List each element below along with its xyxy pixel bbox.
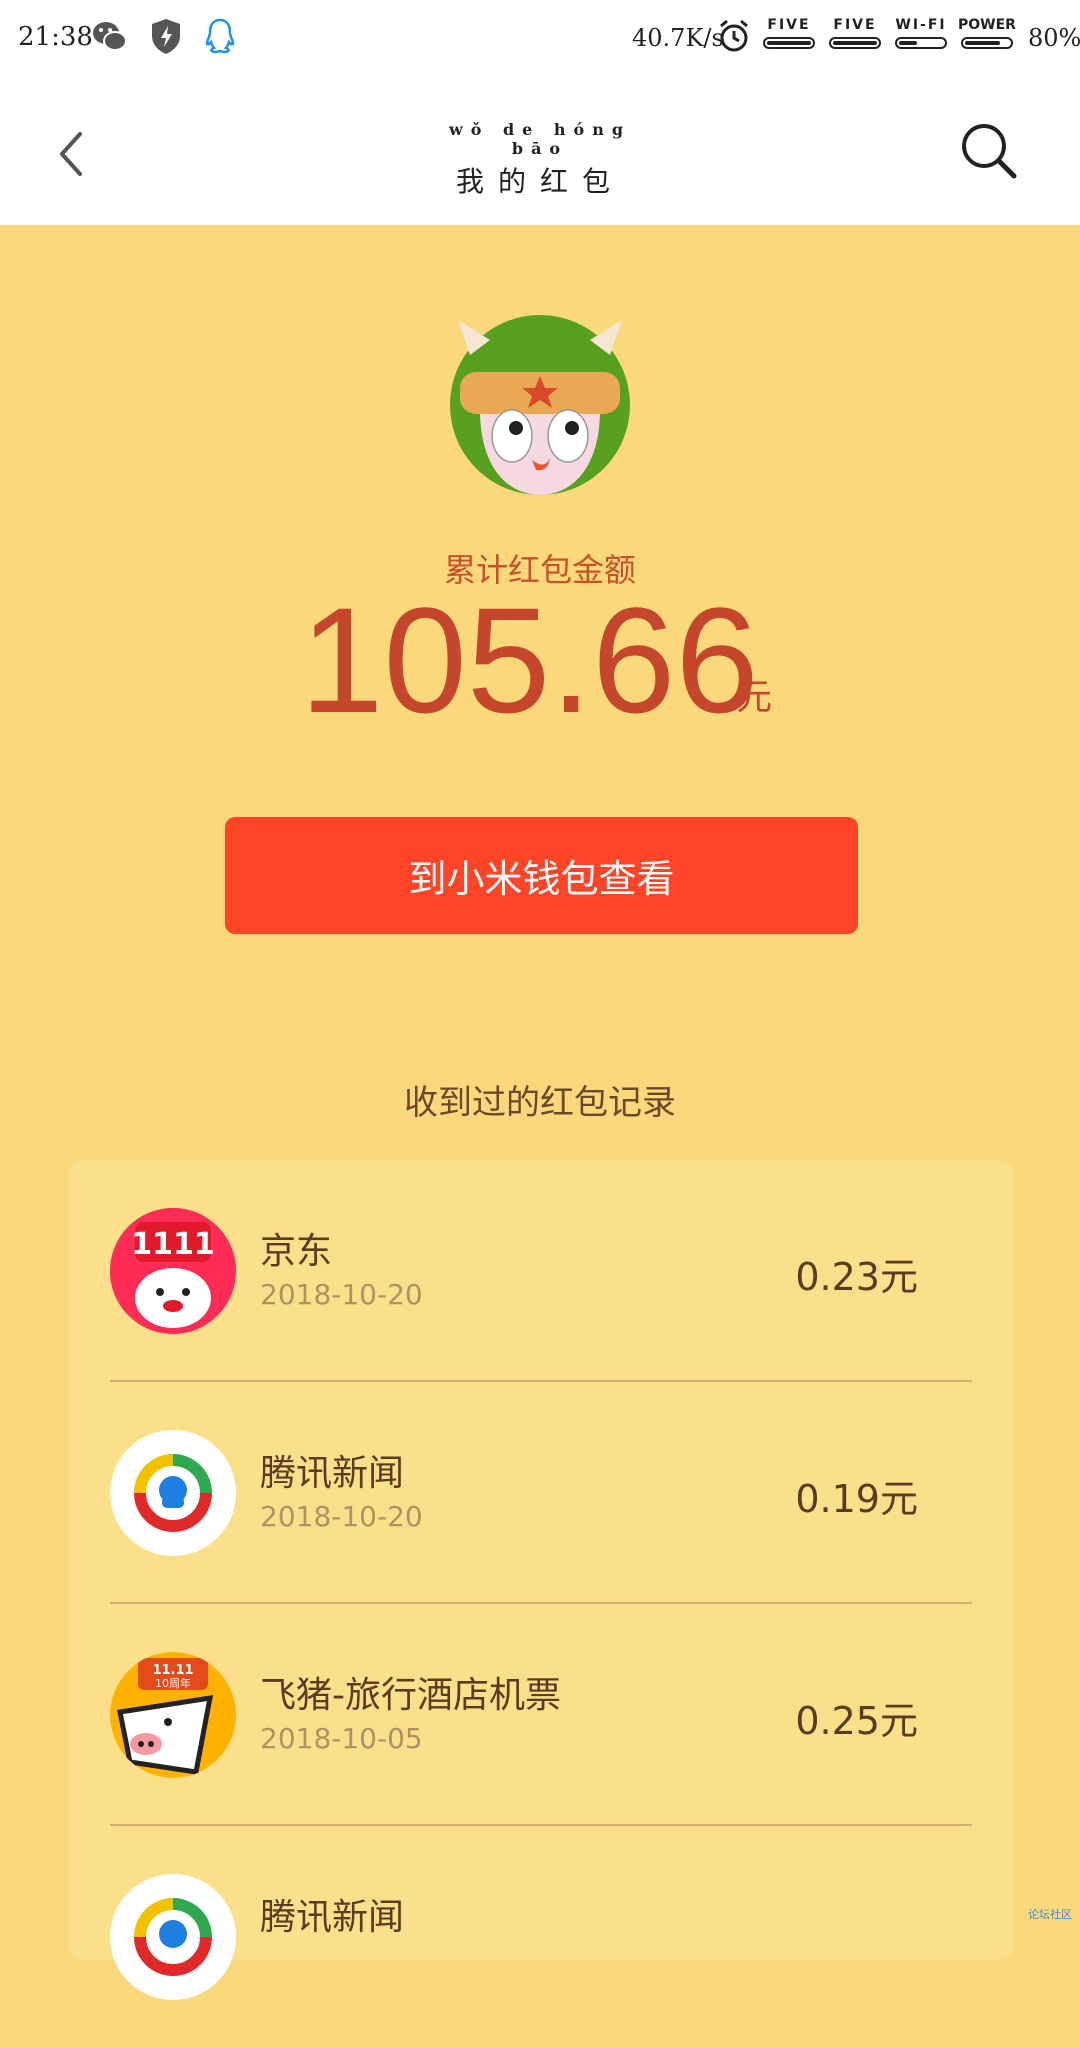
tencent-news-logo-icon <box>110 1874 236 2000</box>
title-text: 我的红包 <box>455 165 624 198</box>
total-unit: 元 <box>736 677 773 718</box>
item-name: 腾讯新闻 <box>260 1453 405 1494</box>
tencent-news-logo-icon <box>110 1430 236 1556</box>
wechat-icon <box>90 16 130 56</box>
item-name: 京东 <box>260 1231 333 1272</box>
list-item[interactable]: 腾讯新闻 2018-10-20 0.19元 <box>68 1382 1014 1604</box>
item-amount: 0.19元 <box>795 1477 918 1521</box>
svg-text:1111: 1111 <box>131 1227 215 1262</box>
battery-icon <box>961 37 1013 49</box>
item-name: 飞猪-旅行酒店机票 <box>260 1675 561 1716</box>
top-bar: wǒ de hóng bāo 我的红包 <box>0 80 1080 225</box>
history-title: 收到过的红包记录 <box>404 1083 676 1123</box>
history-list: 1111 京东 2018-10-20 0.23元 腾讯新闻 2018-10-20… <box>68 1160 1014 2000</box>
power-label: POWER <box>958 17 1016 33</box>
status-time: 21:38 <box>18 22 93 52</box>
list-item[interactable]: 1111 京东 2018-10-20 0.23元 <box>68 1160 1014 1382</box>
search-icon <box>962 124 1017 179</box>
alarm-icon <box>716 18 756 58</box>
item-date: 2018-10-05 <box>260 1722 423 1755</box>
signal-2-label: FIVE <box>833 17 877 33</box>
back-chevron-icon <box>60 132 82 176</box>
signal-1: FIVE <box>760 16 818 56</box>
battery-percent: 80% <box>1028 24 1080 52</box>
total-amount: 105.66 <box>300 576 759 744</box>
shield-icon <box>146 16 186 56</box>
wifi-status: WI-FI <box>892 16 950 56</box>
item-amount: 0.25元 <box>795 1699 918 1743</box>
item-date: 2018-10-20 <box>260 1500 423 1533</box>
view-in-wallet-button[interactable]: 到小米钱包查看 <box>225 817 858 934</box>
list-item[interactable]: 腾讯新闻 <box>68 1826 1014 2048</box>
wifi-label: WI-FI <box>895 17 947 33</box>
back-button[interactable] <box>50 124 100 184</box>
search-button[interactable] <box>958 120 1020 182</box>
status-bar: 21:38 40.7K/s FIVE FIVE WI-FI POWER 80% <box>0 0 1080 80</box>
svg-text:10周年: 10周年 <box>155 1676 191 1690</box>
avatar <box>450 310 630 495</box>
qq-icon <box>200 16 240 56</box>
jd-logo-icon: 1111 <box>110 1208 236 1334</box>
svg-text:11.11: 11.11 <box>152 1663 193 1678</box>
title-pinyin: wǒ de hóng bāo <box>448 120 632 158</box>
item-name: 腾讯新闻 <box>260 1897 405 1938</box>
battery-status: POWER <box>958 16 1016 56</box>
network-speed: 40.7K/s <box>632 24 724 52</box>
signal-2: FIVE <box>826 16 884 56</box>
item-date: 2018-10-20 <box>260 1278 423 1311</box>
signal-1-label: FIVE <box>767 17 811 33</box>
list-item[interactable]: 11.11 10周年 飞猪-旅行酒店机票 2018-10-05 0.25元 <box>68 1604 1014 1826</box>
page-title: wǒ de hóng bāo 我的红包 <box>440 120 640 200</box>
item-amount: 0.23元 <box>795 1255 918 1299</box>
fliggy-logo-icon: 11.11 10周年 <box>110 1652 236 1778</box>
